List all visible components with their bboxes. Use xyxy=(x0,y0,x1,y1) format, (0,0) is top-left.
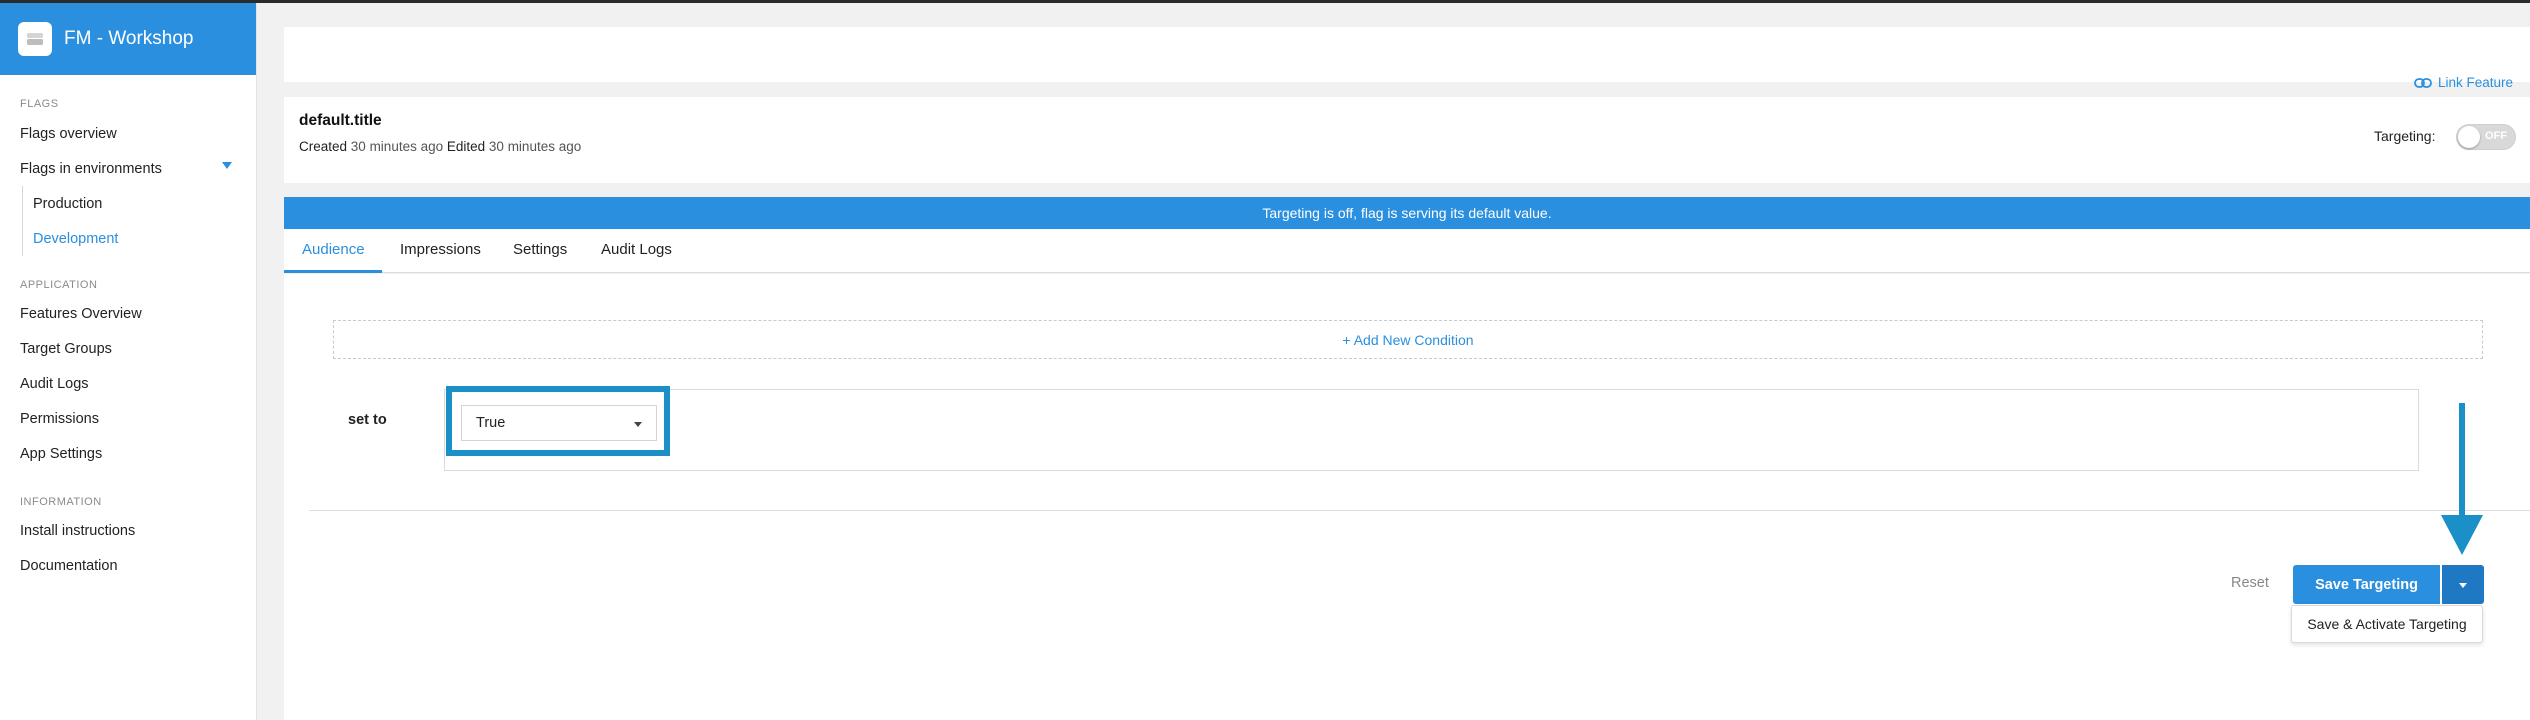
top-bar: Link Feature xyxy=(284,27,2530,90)
tab-impressions[interactable]: Impressions xyxy=(400,241,481,258)
link-icon xyxy=(2414,77,2432,88)
save-activate-targeting-menu-item[interactable]: Save & Activate Targeting xyxy=(2291,605,2483,643)
sidebar-item-flags-overview[interactable]: Flags overview xyxy=(20,126,117,142)
flag-title: default.title xyxy=(299,112,382,129)
caret-down-icon xyxy=(634,422,642,427)
annotation-arrow-shaft xyxy=(2459,403,2465,515)
targeting-toggle[interactable]: OFF xyxy=(2456,124,2516,150)
flag-header xyxy=(284,97,2530,183)
reset-button[interactable]: Reset xyxy=(2231,575,2269,591)
app-title: FM - Workshop xyxy=(64,28,194,49)
sidebar-item-documentation[interactable]: Documentation xyxy=(20,558,118,574)
save-options-toggle[interactable] xyxy=(2442,565,2484,604)
edited-value: 30 minutes ago xyxy=(488,139,582,154)
edited-label: Edited xyxy=(446,139,486,154)
tab-audience[interactable]: Audience xyxy=(302,241,365,258)
sidebar-item-features-overview[interactable]: Features Overview xyxy=(20,306,142,322)
sidebar-item-flags-in-environments[interactable]: Flags in environments xyxy=(20,161,162,177)
section-flags: FLAGS xyxy=(20,98,59,110)
sidebar-item-target-groups[interactable]: Target Groups xyxy=(20,341,112,357)
app-logo-icon xyxy=(18,22,52,56)
created-value: 30 minutes ago xyxy=(350,139,444,154)
targeting-label: Targeting: xyxy=(2374,128,2436,144)
toggle-knob xyxy=(2458,126,2480,148)
annotation-arrow-down-icon xyxy=(2441,515,2483,555)
save-targeting-button[interactable]: Save Targeting xyxy=(2293,565,2440,604)
link-feature-button[interactable]: Link Feature xyxy=(2414,75,2513,90)
caret-down-icon xyxy=(2459,583,2467,588)
set-to-label: set to xyxy=(348,412,387,428)
add-new-condition-button[interactable]: + Add New Condition xyxy=(333,320,2483,359)
tab-settings[interactable]: Settings xyxy=(513,241,567,258)
section-information: INFORMATION xyxy=(20,496,102,508)
flag-meta: Created 30 minutes ago Edited 30 minutes… xyxy=(299,139,581,154)
sidebar-item-audit-logs[interactable]: Audit Logs xyxy=(20,376,89,392)
toggle-state: OFF xyxy=(2485,130,2507,142)
sidebar-item-permissions[interactable]: Permissions xyxy=(20,411,99,427)
value-select-label: True xyxy=(476,415,506,431)
app-header[interactable]: FM - Workshop xyxy=(0,3,256,75)
chevron-down-icon[interactable] xyxy=(222,162,232,169)
tab-bar: Audience Impressions Settings Audit Logs xyxy=(284,229,2530,273)
divider xyxy=(309,510,2530,511)
link-feature-label: Link Feature xyxy=(2437,75,2513,90)
sidebar: FM - Workshop xyxy=(0,3,257,720)
created-label: Created xyxy=(299,139,348,154)
value-container xyxy=(444,389,2419,471)
section-application: APPLICATION xyxy=(20,279,98,291)
sidebar-item-development[interactable]: Development xyxy=(33,231,118,247)
submenu-rail xyxy=(22,186,23,256)
active-tab-indicator xyxy=(284,270,382,273)
sidebar-item-production[interactable]: Production xyxy=(33,196,102,212)
targeting-status-banner: Targeting is off, flag is serving its de… xyxy=(284,197,2530,229)
value-select[interactable]: True xyxy=(461,405,657,441)
sidebar-item-app-settings[interactable]: App Settings xyxy=(20,446,102,462)
window-top-border xyxy=(0,0,2530,3)
sidebar-item-install-instructions[interactable]: Install instructions xyxy=(20,523,135,539)
tab-audit-logs[interactable]: Audit Logs xyxy=(601,241,672,258)
